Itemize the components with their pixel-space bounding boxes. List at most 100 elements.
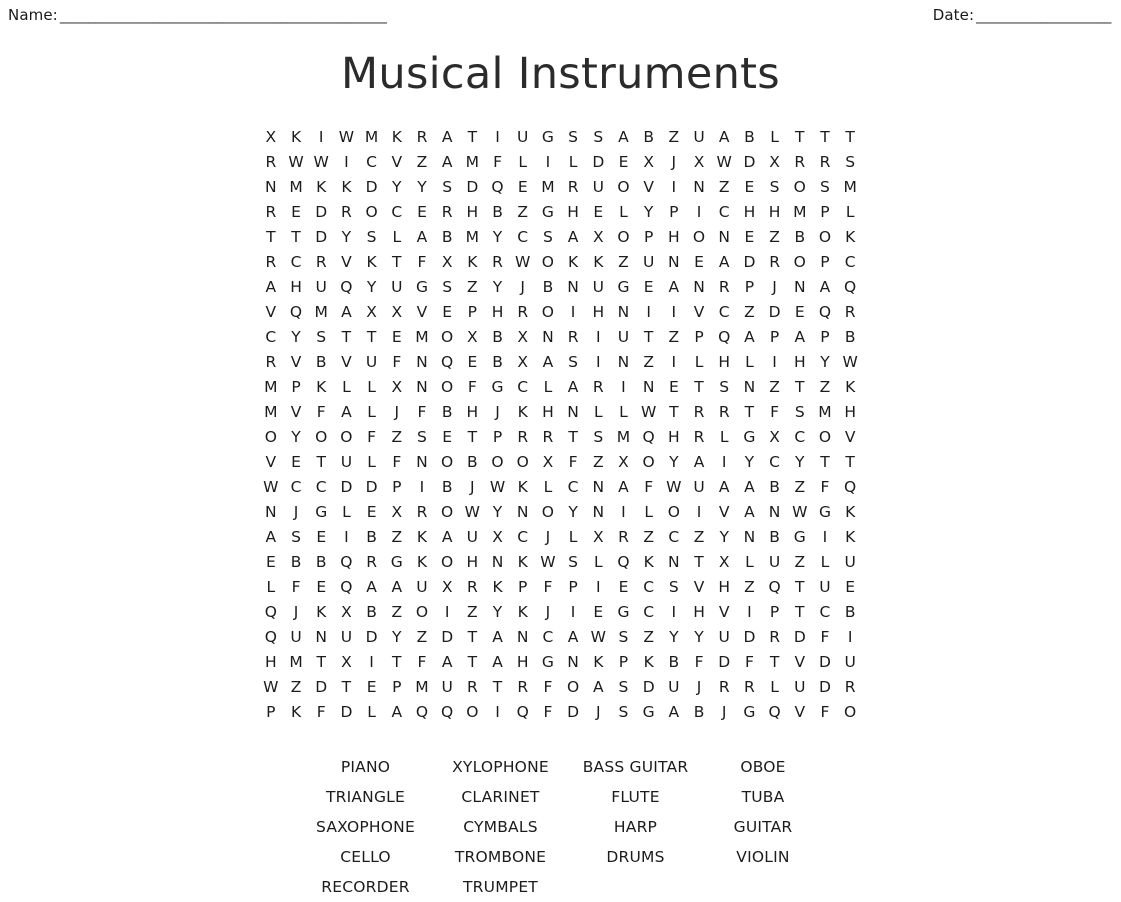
grid-cell[interactable]: S	[820, 175, 830, 200]
grid-cell[interactable]: D	[592, 150, 604, 175]
grid-cell[interactable]: F	[569, 450, 578, 475]
grid-cell[interactable]: U	[467, 525, 478, 550]
grid-cell[interactable]: U	[290, 625, 301, 650]
grid-cell[interactable]: Q	[340, 550, 352, 575]
grid-cell[interactable]: Z	[769, 375, 780, 400]
grid-cell[interactable]: O	[441, 325, 453, 350]
grid-cell[interactable]: O	[693, 225, 705, 250]
grid-cell[interactable]: X	[391, 500, 402, 525]
grid-cell[interactable]: C	[542, 625, 553, 650]
grid-cell[interactable]: A	[568, 225, 579, 250]
grid-cell[interactable]: X	[593, 225, 604, 250]
grid-cell[interactable]: A	[492, 625, 503, 650]
word-list-item[interactable]: XYLOPHONE	[452, 752, 549, 782]
grid-cell[interactable]: K	[518, 550, 528, 575]
grid-cell[interactable]: T	[745, 400, 754, 425]
grid-cell[interactable]: S	[719, 375, 729, 400]
grid-cell[interactable]: Q	[441, 700, 453, 725]
grid-cell[interactable]: M	[365, 125, 378, 150]
grid-cell[interactable]: C	[517, 225, 528, 250]
word-list-item[interactable]: CELLO	[340, 842, 391, 872]
grid-cell[interactable]: F	[493, 150, 502, 175]
grid-cell[interactable]: D	[366, 625, 378, 650]
grid-cell[interactable]: H	[467, 200, 479, 225]
grid-cell[interactable]: E	[467, 350, 477, 375]
grid-cell[interactable]: N	[517, 625, 529, 650]
word-list-item[interactable]: GUITAR	[734, 812, 793, 842]
grid-cell[interactable]: T	[392, 250, 401, 275]
grid-cell[interactable]: Y	[291, 425, 300, 450]
grid-cell[interactable]: G	[492, 375, 504, 400]
grid-cell[interactable]: P	[694, 325, 703, 350]
grid-cell[interactable]: U	[391, 275, 402, 300]
grid-cell[interactable]: Q	[491, 175, 503, 200]
grid-cell[interactable]: D	[794, 625, 806, 650]
grid-cell[interactable]: W	[591, 625, 606, 650]
grid-cell[interactable]: Z	[643, 350, 654, 375]
grid-cell[interactable]: M	[415, 325, 428, 350]
grid-cell[interactable]: X	[618, 450, 629, 475]
word-list-item[interactable]: TRUMPET	[463, 872, 538, 902]
grid-cell[interactable]: O	[794, 250, 806, 275]
grid-cell[interactable]: X	[442, 250, 453, 275]
grid-cell[interactable]: B	[442, 475, 453, 500]
grid-cell[interactable]: B	[316, 550, 327, 575]
grid-cell[interactable]: R	[517, 300, 528, 325]
grid-cell[interactable]: J	[495, 400, 500, 425]
grid-cell[interactable]: L	[594, 550, 603, 575]
grid-cell[interactable]: U	[416, 575, 427, 600]
grid-cell[interactable]: K	[845, 225, 855, 250]
grid-cell[interactable]: O	[617, 175, 629, 200]
grid-cell[interactable]: M	[818, 400, 831, 425]
grid-cell[interactable]: A	[669, 275, 680, 300]
grid-cell[interactable]: N	[618, 350, 630, 375]
grid-cell[interactable]: U	[693, 125, 704, 150]
grid-cell[interactable]: M	[843, 175, 856, 200]
grid-cell[interactable]: Z	[769, 225, 780, 250]
grid-cell[interactable]: I	[722, 450, 727, 475]
grid-cell[interactable]: Z	[643, 625, 654, 650]
grid-cell[interactable]: Y	[291, 325, 300, 350]
grid-cell[interactable]: G	[542, 650, 554, 675]
grid-cell[interactable]: P	[770, 600, 779, 625]
word-list-item[interactable]: OBOE	[740, 752, 785, 782]
grid-cell[interactable]: M	[264, 400, 277, 425]
grid-cell[interactable]: V	[694, 575, 705, 600]
grid-cell[interactable]: L	[770, 125, 779, 150]
grid-cell[interactable]: S	[316, 325, 326, 350]
grid-cell[interactable]: W	[314, 150, 329, 175]
grid-cell[interactable]: L	[392, 225, 401, 250]
grid-cell[interactable]: E	[316, 525, 326, 550]
grid-cell[interactable]: R	[517, 675, 528, 700]
grid-cell[interactable]: H	[668, 425, 680, 450]
grid-cell[interactable]: Q	[340, 275, 352, 300]
grid-cell[interactable]: H	[794, 350, 806, 375]
grid-cell[interactable]: U	[316, 275, 327, 300]
grid-cell[interactable]: N	[668, 550, 680, 575]
grid-cell[interactable]: Z	[593, 450, 604, 475]
grid-cell[interactable]: I	[672, 600, 677, 625]
grid-cell[interactable]: T	[795, 375, 804, 400]
grid-cell[interactable]: I	[621, 375, 626, 400]
grid-cell[interactable]: E	[518, 175, 528, 200]
grid-cell[interactable]: Z	[643, 525, 654, 550]
grid-cell[interactable]: C	[643, 575, 654, 600]
grid-cell[interactable]: F	[367, 425, 376, 450]
grid-cell[interactable]: S	[669, 575, 679, 600]
grid-cell[interactable]: W	[717, 150, 732, 175]
grid-cell[interactable]: G	[643, 700, 655, 725]
grid-cell[interactable]: Z	[794, 475, 805, 500]
grid-cell[interactable]: L	[267, 575, 276, 600]
grid-cell[interactable]: K	[492, 575, 502, 600]
grid-cell[interactable]: Q	[844, 275, 856, 300]
grid-cell[interactable]: O	[466, 700, 478, 725]
grid-cell[interactable]: R	[467, 575, 478, 600]
grid-cell[interactable]: J	[520, 275, 525, 300]
grid-cell[interactable]: V	[643, 175, 654, 200]
grid-cell[interactable]: C	[517, 375, 528, 400]
word-list-item[interactable]: CLARINET	[461, 782, 539, 812]
grid-cell[interactable]: B	[845, 325, 856, 350]
grid-cell[interactable]: G	[743, 700, 755, 725]
word-list-item[interactable]: RECORDER	[321, 872, 409, 902]
grid-cell[interactable]: Z	[391, 600, 402, 625]
